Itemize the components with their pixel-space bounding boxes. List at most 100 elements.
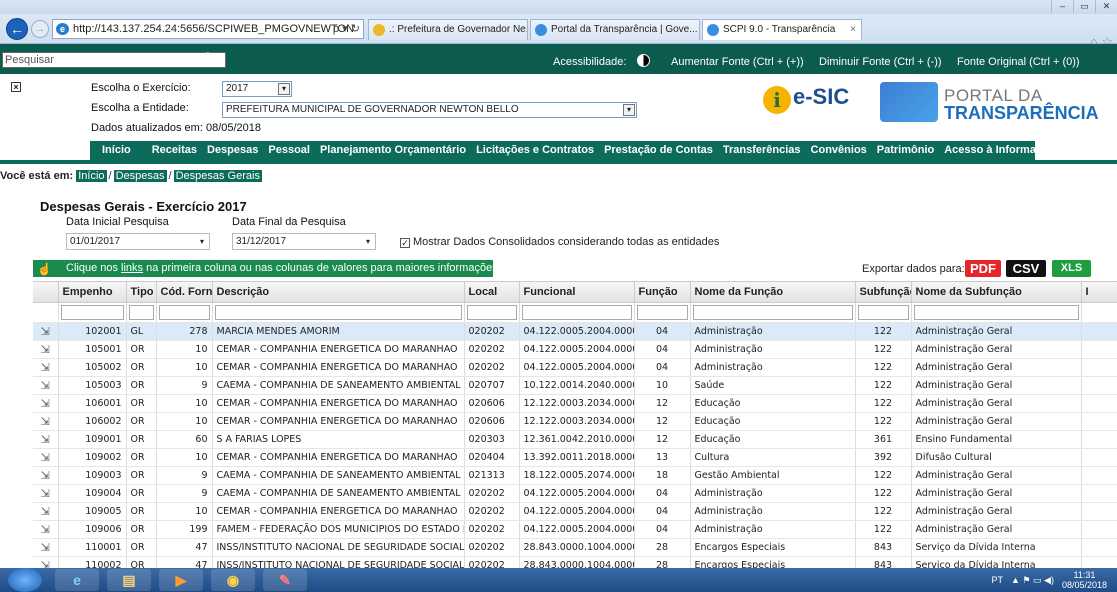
tab-scpi[interactable]: SCPI 9.0 - Transparência × xyxy=(702,19,862,40)
media-taskbar-icon[interactable]: ▶ xyxy=(159,569,203,591)
column-header-tipo[interactable]: Tipo xyxy=(126,282,157,303)
paint-taskbar-icon[interactable]: ✎ xyxy=(263,569,307,591)
open-detail-icon[interactable]: ⇲ xyxy=(33,412,59,431)
nav-patrimonio[interactable]: Patrimônio xyxy=(877,141,934,160)
open-detail-icon[interactable]: ⇲ xyxy=(33,538,59,557)
table-row[interactable]: ⇲ 109003 OR 9 CAEMA - COMPANHIA DE SANEAMENT… xyxy=(33,466,1117,485)
table-row[interactable]: ⇲ 109004 OR 9 CAEMA - COMPANHIA DE SANEAMENT… xyxy=(33,484,1117,503)
cell-empenho[interactable]: 109001 xyxy=(58,430,127,449)
table-row[interactable]: ⇲ 102001 GL 278 MARCIA MENDES AMORIM 020202 04… xyxy=(33,322,1117,341)
consolidated-option[interactable]: ✓ Mostrar Dados Consolidados considerando… xyxy=(400,236,719,248)
export-pdf-button[interactable]: PDF xyxy=(965,260,1001,277)
nav-inicio[interactable]: Início xyxy=(102,141,131,160)
column-header-empenho[interactable]: Empenho xyxy=(58,282,127,303)
cell-empenho[interactable]: 105002 xyxy=(58,358,127,377)
folder-taskbar-icon[interactable]: ▤ xyxy=(107,569,151,591)
forward-button[interactable]: → xyxy=(31,20,49,38)
back-button[interactable]: ← xyxy=(6,18,28,40)
cell-empenho[interactable]: 109005 xyxy=(58,502,127,521)
nav-licitacoes[interactable]: Licitações e Contratos xyxy=(476,141,594,160)
cell-empenho[interactable]: 109006 xyxy=(58,520,127,539)
open-detail-icon[interactable]: ⇲ xyxy=(33,466,59,485)
cell-empenho[interactable]: 102001 xyxy=(58,322,127,341)
open-detail-icon[interactable]: ⇲ xyxy=(33,376,59,395)
close-window-button[interactable]: ✕ xyxy=(1095,0,1117,13)
cell-empenho[interactable]: 109004 xyxy=(58,484,127,503)
table-row[interactable]: ⇲ 109006 OR 199 FAMEM - FEDERAÇÃO DOS MUNICI… xyxy=(33,520,1117,539)
table-row[interactable]: ⇲ 110002 OR 47 INSS/INSTITUTO NACIONAL DE SE… xyxy=(33,556,1117,568)
open-detail-icon[interactable]: ⇲ xyxy=(33,394,59,413)
open-detail-icon[interactable]: ⇲ xyxy=(33,448,59,467)
nav-planejamento[interactable]: Planejamento Orçamentário xyxy=(320,141,466,160)
nav-transferencias[interactable]: Transferências xyxy=(723,141,801,160)
table-row[interactable]: ⇲ 109002 OR 10 CEMAR - COMPANHIA ENERGETICA … xyxy=(33,448,1117,467)
filter-input-tipo[interactable] xyxy=(128,304,154,320)
exercise-select[interactable]: 2017 ▾ xyxy=(222,81,292,97)
font-original-link[interactable]: Fonte Original (Ctrl + (0)) xyxy=(957,56,1080,68)
esic-logo[interactable]: i e-SIC xyxy=(763,84,870,118)
breadcrumb-inicio[interactable]: Início xyxy=(76,170,107,182)
filter-input-subfuncao[interactable] xyxy=(857,304,909,320)
open-detail-icon[interactable]: ⇲ xyxy=(33,322,59,341)
column-header-nome-subfuncao[interactable]: Nome da Subfunção xyxy=(911,282,1082,303)
column-header-cod-forn[interactable]: Cód. Forn. xyxy=(156,282,213,303)
chrome-taskbar-icon[interactable]: ◉ xyxy=(211,569,255,591)
table-row[interactable]: ⇲ 109001 OR 60 S A FARIAS LOPES 020303 12.361.… xyxy=(33,430,1117,449)
clock[interactable]: 11:31 08/05/2018 xyxy=(1062,570,1107,590)
nav-receitas[interactable]: Receitas xyxy=(152,141,197,160)
language-indicator[interactable]: PT xyxy=(992,575,1004,585)
consolidated-checkbox[interactable]: ✓ xyxy=(400,238,410,248)
column-header-descricao[interactable]: Descrição xyxy=(212,282,465,303)
table-row[interactable]: ⇲ 106002 OR 10 CEMAR - COMPANHIA ENERGETICA … xyxy=(33,412,1117,431)
open-detail-icon[interactable]: ⇲ xyxy=(33,340,59,359)
end-date-select[interactable]: 31/12/2017 ▾ xyxy=(232,233,376,250)
table-row[interactable]: ⇲ 106001 OR 10 CEMAR - COMPANHIA ENERGETICA … xyxy=(33,394,1117,413)
filter-input-nome-funcao[interactable] xyxy=(692,304,853,320)
nav-acesso-informacao[interactable]: Acesso à Informação xyxy=(944,141,1055,160)
start-date-select[interactable]: 01/01/2017 ▾ xyxy=(66,233,210,250)
column-header-funcional[interactable]: Funcional xyxy=(519,282,635,303)
nav-prestacao[interactable]: Prestação de Contas xyxy=(604,141,713,160)
cell-empenho[interactable]: 109002 xyxy=(58,448,127,467)
cell-empenho[interactable]: 110002 xyxy=(58,556,127,568)
filter-input-local[interactable] xyxy=(466,304,517,320)
column-header-nome-funcao[interactable]: Nome da Função xyxy=(690,282,856,303)
site-search-input[interactable]: Pesquisar xyxy=(2,52,226,68)
address-tools[interactable]: ρ ▾ ↻ xyxy=(333,20,360,38)
portal-transparencia-logo[interactable]: PORTAL DA TRANSPARÊNCIA xyxy=(880,82,1117,123)
table-row[interactable]: ⇲ 105001 OR 10 CEMAR - COMPANHIA ENERGETICA … xyxy=(33,340,1117,359)
cell-empenho[interactable]: 106001 xyxy=(58,394,127,413)
entity-select[interactable]: PREFEITURA MUNICIPAL DE GOVERNADOR NEWTO… xyxy=(222,102,637,118)
cell-empenho[interactable]: 110001 xyxy=(58,538,127,557)
breadcrumb-despesas-gerais[interactable]: Despesas Gerais xyxy=(173,170,262,182)
filter-input-descricao[interactable] xyxy=(214,304,462,320)
font-decrease-link[interactable]: Diminuir Fonte (Ctrl + (-)) xyxy=(819,56,942,68)
tray-icons[interactable]: ▲ ⚑ ▭ ◀) xyxy=(1011,575,1054,586)
nav-convenios[interactable]: Convênios xyxy=(811,141,867,160)
filter-input-empenho[interactable] xyxy=(60,304,124,320)
table-row[interactable]: ⇲ 109005 OR 10 CEMAR - COMPANHIA ENERGETICA … xyxy=(33,502,1117,521)
search-icon[interactable]: ⚲ xyxy=(203,50,213,66)
open-detail-icon[interactable]: ⇲ xyxy=(33,556,59,568)
nav-despesas[interactable]: Despesas xyxy=(207,141,258,160)
cell-empenho[interactable]: 105001 xyxy=(58,340,127,359)
cell-empenho[interactable]: 106002 xyxy=(58,412,127,431)
minimize-button[interactable]: – xyxy=(1051,0,1073,13)
column-header-extra[interactable]: I xyxy=(1081,282,1117,303)
filter-input-nome-subfuncao[interactable] xyxy=(913,304,1079,320)
cell-empenho[interactable]: 105003 xyxy=(58,376,127,395)
filter-input-funcao[interactable] xyxy=(636,304,688,320)
font-increase-link[interactable]: Aumentar Fonte (Ctrl + (+)) xyxy=(671,56,804,68)
tab-close-icon[interactable]: × xyxy=(850,20,856,40)
address-bar[interactable]: e http://143.137.254.24:5656/SCPIWEB_PMG… xyxy=(52,19,364,39)
column-header-funcao[interactable]: Função xyxy=(634,282,691,303)
table-row[interactable]: ⇲ 105003 OR 9 CAEMA - COMPANHIA DE SANEAMENT… xyxy=(33,376,1117,395)
export-csv-button[interactable]: CSV xyxy=(1006,260,1046,277)
column-header-subfuncao[interactable]: Subfunção xyxy=(855,282,912,303)
tab-portal[interactable]: Portal da Transparência | Gove... xyxy=(530,19,700,40)
column-header-local[interactable]: Local xyxy=(464,282,520,303)
nav-pessoal[interactable]: Pessoal xyxy=(268,141,310,160)
close-icon[interactable]: × xyxy=(11,82,21,92)
table-row[interactable]: ⇲ 105002 OR 10 CEMAR - COMPANHIA ENERGETICA … xyxy=(33,358,1117,377)
breadcrumb-despesas[interactable]: Despesas xyxy=(113,170,167,182)
